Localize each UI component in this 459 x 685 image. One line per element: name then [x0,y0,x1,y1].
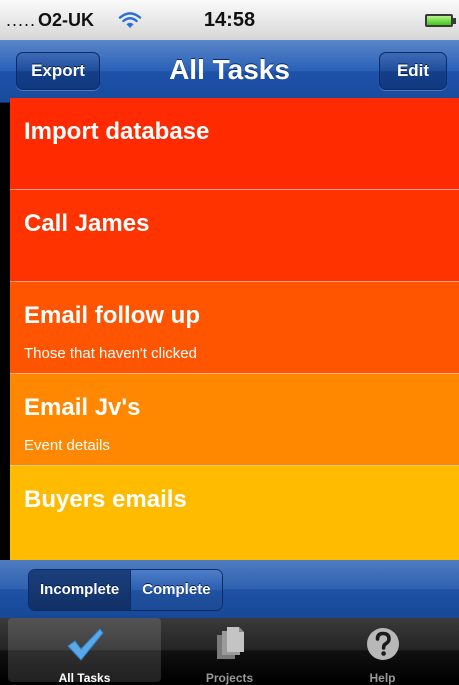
task-row[interactable]: Buyers emails [10,466,459,560]
tab-help[interactable]: Help [306,618,459,685]
status-bar: ..... O2-UK 14:58 [0,0,459,40]
task-title: Email Jv's [24,394,141,421]
task-row[interactable]: Email Jv's Event details [10,374,459,466]
task-list: Import database Call James Email follow … [10,98,459,560]
tab-bar: All Tasks Projects Help [0,618,459,685]
task-row[interactable]: Call James [10,190,459,282]
task-subtitle: Event details [24,437,110,454]
checkmark-icon [66,628,104,661]
tab-label: Help [369,671,396,685]
documents-icon [216,627,244,659]
navigation-bar: Export All Tasks Edit [0,40,459,103]
segment-incomplete[interactable]: Incomplete [29,570,131,610]
segment-complete[interactable]: Complete [130,570,222,610]
tab-label: Projects [205,671,254,685]
tab-projects[interactable]: Projects [153,618,306,685]
task-title: Email follow up [24,302,201,329]
tab-label: All Tasks [58,671,111,685]
filter-segmented-control: Incomplete Complete [28,569,223,611]
filter-toolbar: Incomplete Complete [0,560,459,618]
task-title: Import database [24,118,210,145]
task-title: Call James [24,210,150,237]
question-icon [366,628,399,660]
task-subtitle: Those that haven't clicked [24,345,197,362]
tab-all-tasks[interactable]: All Tasks [8,618,161,685]
battery-icon [425,14,456,27]
task-title: Buyers emails [24,486,187,513]
task-row[interactable]: Email follow up Those that haven't click… [10,282,459,374]
task-row[interactable]: Import database [10,98,459,190]
clock: 14:58 [203,9,256,31]
edit-button[interactable]: Edit [379,52,447,90]
